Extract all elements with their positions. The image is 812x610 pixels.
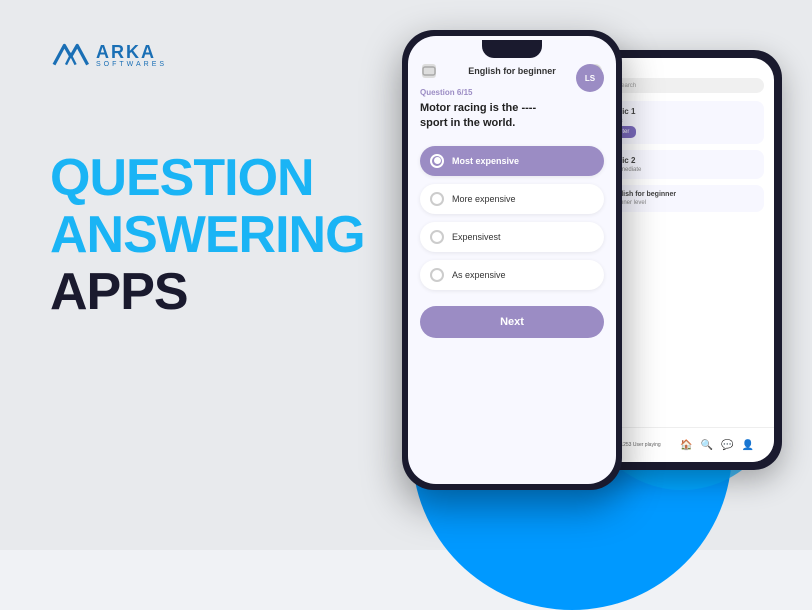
phone-notch bbox=[482, 40, 542, 58]
back-item-sub-2: Intermediate bbox=[608, 167, 756, 173]
phone-front: English for beginner i LS Question 6/15 … bbox=[402, 30, 622, 490]
question-label: Question 6/15 bbox=[420, 88, 604, 97]
logo-name: ARKA bbox=[96, 43, 167, 61]
front-screen-inner: English for beginner i LS Question 6/15 … bbox=[408, 36, 616, 350]
answer-option-3[interactable]: Expensivest bbox=[420, 222, 604, 252]
back-item-title-1: Topic 1 bbox=[608, 107, 756, 116]
back-list-item-3: English for beginner Beginner level bbox=[600, 185, 764, 212]
next-button[interactable]: Next bbox=[420, 306, 604, 338]
answer-text-4: As expensive bbox=[452, 270, 506, 280]
profile-icon[interactable]: 👤 bbox=[742, 440, 754, 451]
back-item-title-2: Topic 2 bbox=[608, 156, 756, 165]
home-icon[interactable]: 🏠 bbox=[680, 440, 692, 451]
chat-icon[interactable]: 💬 bbox=[721, 440, 733, 451]
back-item-sub-3: Beginner level bbox=[608, 200, 756, 206]
back-search-bar: 🔍 Search bbox=[600, 78, 764, 93]
search-icon[interactable]: 🔍 bbox=[701, 440, 713, 451]
back-item-sub-1: Basic bbox=[608, 118, 756, 124]
headline-line1: QUESTION bbox=[50, 150, 370, 207]
headline-line2: ANSWERING bbox=[50, 207, 370, 264]
phones-container: 🔍 Search Topic 1 Basic Enter Topic 2 Int… bbox=[372, 20, 792, 540]
logo: ARKA SOFTWARES bbox=[50, 40, 370, 70]
avatar: LS bbox=[576, 64, 604, 92]
radio-2 bbox=[430, 192, 444, 206]
headline: QUESTION ANSWERING APPS bbox=[50, 150, 370, 322]
answer-text-3: Expensivest bbox=[452, 232, 501, 242]
bottom-nav: 🏠 🔍 💬 👤 bbox=[680, 440, 754, 451]
answer-option-1[interactable]: Most expensive bbox=[420, 146, 604, 176]
answer-text-1: Most expensive bbox=[452, 156, 519, 166]
radio-3 bbox=[430, 230, 444, 244]
front-phone-screen: English for beginner i LS Question 6/15 … bbox=[408, 36, 616, 484]
back-item-title-3: English for beginner bbox=[608, 191, 756, 198]
headline-line3: APPS bbox=[50, 264, 370, 321]
logo-icon bbox=[50, 40, 90, 70]
back-list-item-2: Topic 2 Intermediate bbox=[600, 150, 764, 179]
status-title: English for beginner bbox=[468, 66, 556, 76]
answer-option-2[interactable]: More expensive bbox=[420, 184, 604, 214]
back-list-item-1: Topic 1 Basic Enter bbox=[600, 101, 764, 144]
question-text: Motor racing is the ---- sport in the wo… bbox=[420, 101, 604, 132]
radio-4 bbox=[430, 268, 444, 282]
user-count-text: 1253 User playing bbox=[620, 442, 660, 448]
answer-text-2: More expensive bbox=[452, 194, 516, 204]
left-panel: ARKA SOFTWARES QUESTION ANSWERING APPS bbox=[50, 40, 370, 322]
logo-text-block: ARKA SOFTWARES bbox=[96, 43, 167, 68]
status-left-icon bbox=[422, 64, 436, 78]
radio-inner-1 bbox=[434, 157, 441, 164]
answer-option-4[interactable]: As expensive bbox=[420, 260, 604, 290]
radio-1 bbox=[430, 154, 444, 168]
logo-subtitle: SOFTWARES bbox=[96, 61, 167, 68]
